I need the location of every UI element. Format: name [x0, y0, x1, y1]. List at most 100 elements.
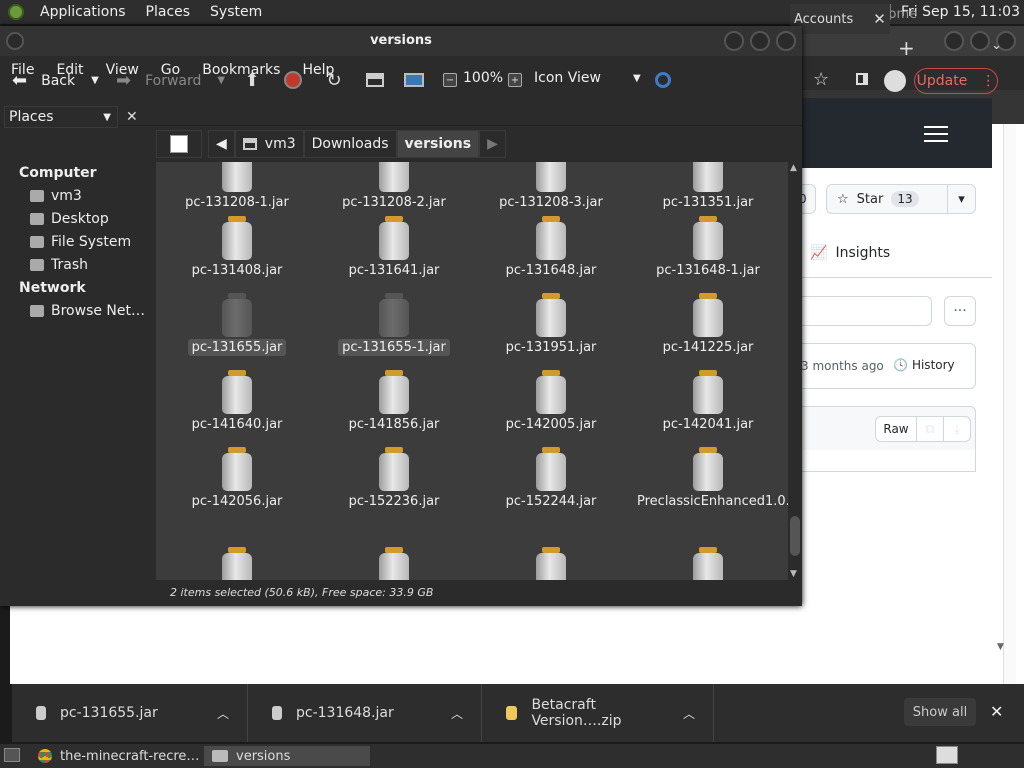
close-button[interactable]	[776, 31, 796, 51]
history-link[interactable]: 🕓 History	[893, 358, 955, 372]
chevron-up-icon[interactable]: ︿	[217, 705, 229, 722]
more-options-icon[interactable]: ···	[944, 296, 976, 326]
home-button[interactable]	[365, 70, 385, 90]
file-item[interactable]	[476, 547, 626, 580]
file-item[interactable]: PreclassicEnhanced1.0.jar	[633, 447, 788, 510]
file-item[interactable]: pc-141225.jar	[633, 293, 783, 356]
file-item[interactable]	[633, 547, 783, 580]
copy-icon[interactable]: ⧉	[916, 416, 944, 442]
show-all-button[interactable]: Show all	[904, 698, 976, 726]
file-item[interactable]	[319, 547, 469, 580]
tab-insights[interactable]: 📈 Insights	[810, 245, 890, 261]
kebab-menu-icon: ⋮	[981, 73, 996, 89]
maximize-button[interactable]	[970, 31, 990, 51]
file-item[interactable]: pc-131208-3.jar	[476, 162, 626, 211]
new-tab-icon[interactable]: +	[898, 36, 915, 60]
breadcrumb-item-downloads[interactable]: Downloads	[303, 130, 397, 158]
view-mode-select[interactable]: Icon View ▼	[534, 70, 641, 86]
breadcrumb-item-vm3[interactable]: vm3	[234, 130, 304, 158]
file-item[interactable]: pc-131655.jar	[162, 293, 312, 356]
close-icon[interactable]: ✕	[126, 109, 138, 125]
zoom-level: 100%	[463, 70, 503, 86]
back-button[interactable]: ⬅ Back ▼	[12, 70, 99, 91]
taskbar-item-versions[interactable]: versions	[204, 746, 370, 766]
file-path-input[interactable]	[784, 296, 932, 326]
file-item[interactable]: pc-142056.jar	[162, 447, 312, 510]
chrome-scrollbar[interactable]	[1003, 124, 1016, 684]
computer-button[interactable]	[404, 70, 424, 90]
side-panel-icon[interactable]	[856, 73, 868, 85]
hamburger-menu-icon[interactable]	[924, 126, 948, 147]
show-desktop-icon[interactable]	[4, 748, 20, 762]
fm-titlebar[interactable]: versions	[0, 26, 802, 56]
file-item[interactable]: pc-131648.jar	[476, 216, 626, 279]
sidebar-item-desktop[interactable]: Desktop	[30, 211, 109, 227]
workspace-switcher-icon[interactable]	[936, 746, 958, 764]
file-item[interactable]: pc-142041.jar	[633, 370, 783, 433]
chevron-down-icon[interactable]: ▼	[217, 75, 225, 86]
file-item[interactable]: pc-131655-1.jar	[319, 293, 469, 356]
jar-file-icon	[535, 547, 567, 580]
close-icon[interactable]: ✕	[990, 702, 1003, 721]
file-item[interactable]: pc-152236.jar	[319, 447, 469, 510]
star-button[interactable]: ☆ Star 13 ▾	[826, 184, 976, 214]
file-item[interactable]: pc-152244.jar	[476, 447, 626, 510]
sidebar-item-trash[interactable]: Trash	[30, 257, 88, 273]
file-item[interactable]: pc-131208-1.jar	[162, 162, 312, 211]
star-dropdown-icon[interactable]: ▾	[947, 185, 975, 213]
scrollbar-thumb[interactable]	[790, 516, 800, 556]
maximize-button[interactable]	[750, 31, 770, 51]
chrome-tab-accounts[interactable]: Accounts ✕	[790, 4, 890, 34]
file-item[interactable]: pc-141640.jar	[162, 370, 312, 433]
breadcrumb-left-icon[interactable]: ◀	[208, 130, 235, 158]
raw-button[interactable]: Raw	[875, 416, 917, 442]
sidebar-item-browse-network[interactable]: Browse Net…	[30, 303, 145, 319]
download-icon[interactable]: ⤓	[943, 416, 971, 442]
sidebar-item-vm3[interactable]: vm3	[30, 188, 82, 204]
places-menu[interactable]: Places	[136, 4, 201, 20]
file-item[interactable]: pc-141856.jar	[319, 370, 469, 433]
profile-avatar[interactable]	[884, 70, 906, 92]
taskbar-item-chrome[interactable]: the-minecraft-recre…	[30, 746, 202, 766]
chevron-down-icon[interactable]: ▼	[91, 75, 99, 86]
up-arrow-icon[interactable]: ⬆	[242, 70, 262, 91]
file-item[interactable]: pc-131641.jar	[319, 216, 469, 279]
file-name: pc-142056.jar	[191, 494, 283, 509]
file-item[interactable]: pc-131208-2.jar	[319, 162, 469, 211]
file-item[interactable]: pc-131648-1.jar	[633, 216, 783, 279]
tab-close-icon[interactable]: ✕	[873, 10, 886, 28]
update-button[interactable]: Update ⋮	[914, 68, 998, 94]
file-item[interactable]: pc-131351.jar	[633, 162, 783, 211]
forward-button[interactable]: ➡ Forward ▼	[116, 70, 225, 91]
search-button[interactable]	[653, 70, 673, 90]
file-item[interactable]: pc-142005.jar	[476, 370, 626, 433]
chevron-up-icon[interactable]: ︿	[683, 705, 695, 722]
breadcrumb-item-versions[interactable]: versions	[396, 130, 480, 158]
file-item[interactable]	[162, 547, 312, 580]
zoom-out-button[interactable]: −	[440, 70, 460, 90]
file-item[interactable]: pc-131951.jar	[476, 293, 626, 356]
scroll-down-icon[interactable]: ▼	[790, 569, 797, 579]
download-item[interactable]: Betacraft Version….zip ︿	[482, 684, 714, 742]
scroll-down-icon[interactable]: ▼	[997, 642, 1004, 652]
stop-button[interactable]	[283, 70, 303, 90]
sidebar-pane-select[interactable]: Places ▼	[4, 106, 118, 128]
distro-logo-icon[interactable]	[8, 4, 24, 20]
scroll-up-icon[interactable]: ▲	[790, 163, 797, 173]
zoom-in-button[interactable]: +	[505, 70, 525, 90]
file-icon-view[interactable]: pc-131208-1.jar pc-131208-2.jar pc-131208-…	[156, 162, 788, 580]
bookmark-star-icon[interactable]: ☆	[813, 69, 829, 90]
tab-search-chevron-icon[interactable]: ⌄	[991, 38, 1002, 53]
chevron-up-icon[interactable]: ︿	[451, 705, 463, 722]
minimize-button[interactable]	[944, 31, 964, 51]
system-menu[interactable]: System	[200, 4, 272, 20]
reload-icon[interactable]: ↻	[324, 70, 344, 91]
download-item[interactable]: pc-131655.jar ︿	[12, 684, 248, 742]
minimize-button[interactable]	[724, 31, 744, 51]
toggle-location-entry-button[interactable]	[156, 130, 202, 158]
download-item[interactable]: pc-131648.jar ︿	[248, 684, 482, 742]
sidebar-item-filesystem[interactable]: File System	[30, 234, 131, 250]
file-item[interactable]: pc-131408.jar	[162, 216, 312, 279]
applications-menu[interactable]: Applications	[30, 4, 136, 20]
breadcrumb-right-icon[interactable]: ▶	[479, 130, 506, 158]
